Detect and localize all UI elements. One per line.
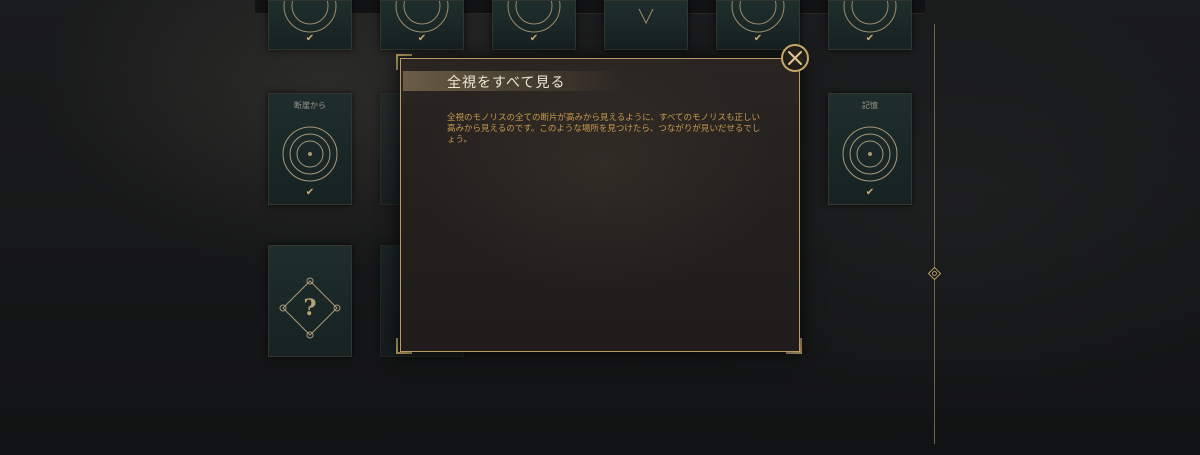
question-mark: ? (304, 295, 317, 321)
monolith-card-left[interactable]: 断崖から ✔ (268, 93, 352, 205)
modal-body-text: 全視のモノリスの全ての断片が高みから見えるように、すべてのモノリスも正しい高みか… (447, 113, 761, 145)
close-button[interactable] (781, 44, 809, 72)
monolith-card-top-1[interactable]: ✔ (268, 0, 352, 50)
top-bar (255, 0, 925, 14)
info-modal: 全視をすべて見る 全視のモノリスの全ての断片が高みから見えるように、すべてのモノ… (400, 58, 800, 352)
diamond-icon[interactable] (928, 267, 941, 280)
monolith-card-top-3[interactable]: ✔ (492, 0, 576, 50)
modal-glow (401, 59, 799, 351)
monolith-board: ✔ ✔ ✔ ✔ ✔ 断崖から ✔ 記憶 ✔ ? 全視をすべて見る 全視のモノリス… (0, 0, 1200, 455)
monolith-card-top-4[interactable] (604, 0, 688, 50)
monolith-card-unknown[interactable]: ? (268, 245, 352, 357)
checkmark-icon: ✔ (529, 33, 539, 44)
checkmark-icon: ✔ (865, 33, 875, 44)
monolith-card-right[interactable]: 記憶 ✔ (828, 93, 912, 205)
checkmark-icon: ✔ (417, 33, 427, 44)
vertical-rail (934, 24, 935, 444)
question-mark-icon: ? (279, 277, 341, 339)
monolith-card-top-6[interactable]: ✔ (828, 0, 912, 50)
checkmark-icon: ✔ (753, 33, 763, 44)
checkmark-icon: ✔ (305, 33, 315, 44)
modal-title: 全視をすべて見る (447, 75, 566, 91)
checkmark-icon: ✔ (865, 187, 875, 198)
close-icon (788, 51, 802, 65)
diamond-icon (638, 8, 654, 25)
monolith-card-top-2[interactable]: ✔ (380, 0, 464, 50)
monolith-card-top-5[interactable]: ✔ (716, 0, 800, 50)
checkmark-icon: ✔ (305, 187, 315, 198)
